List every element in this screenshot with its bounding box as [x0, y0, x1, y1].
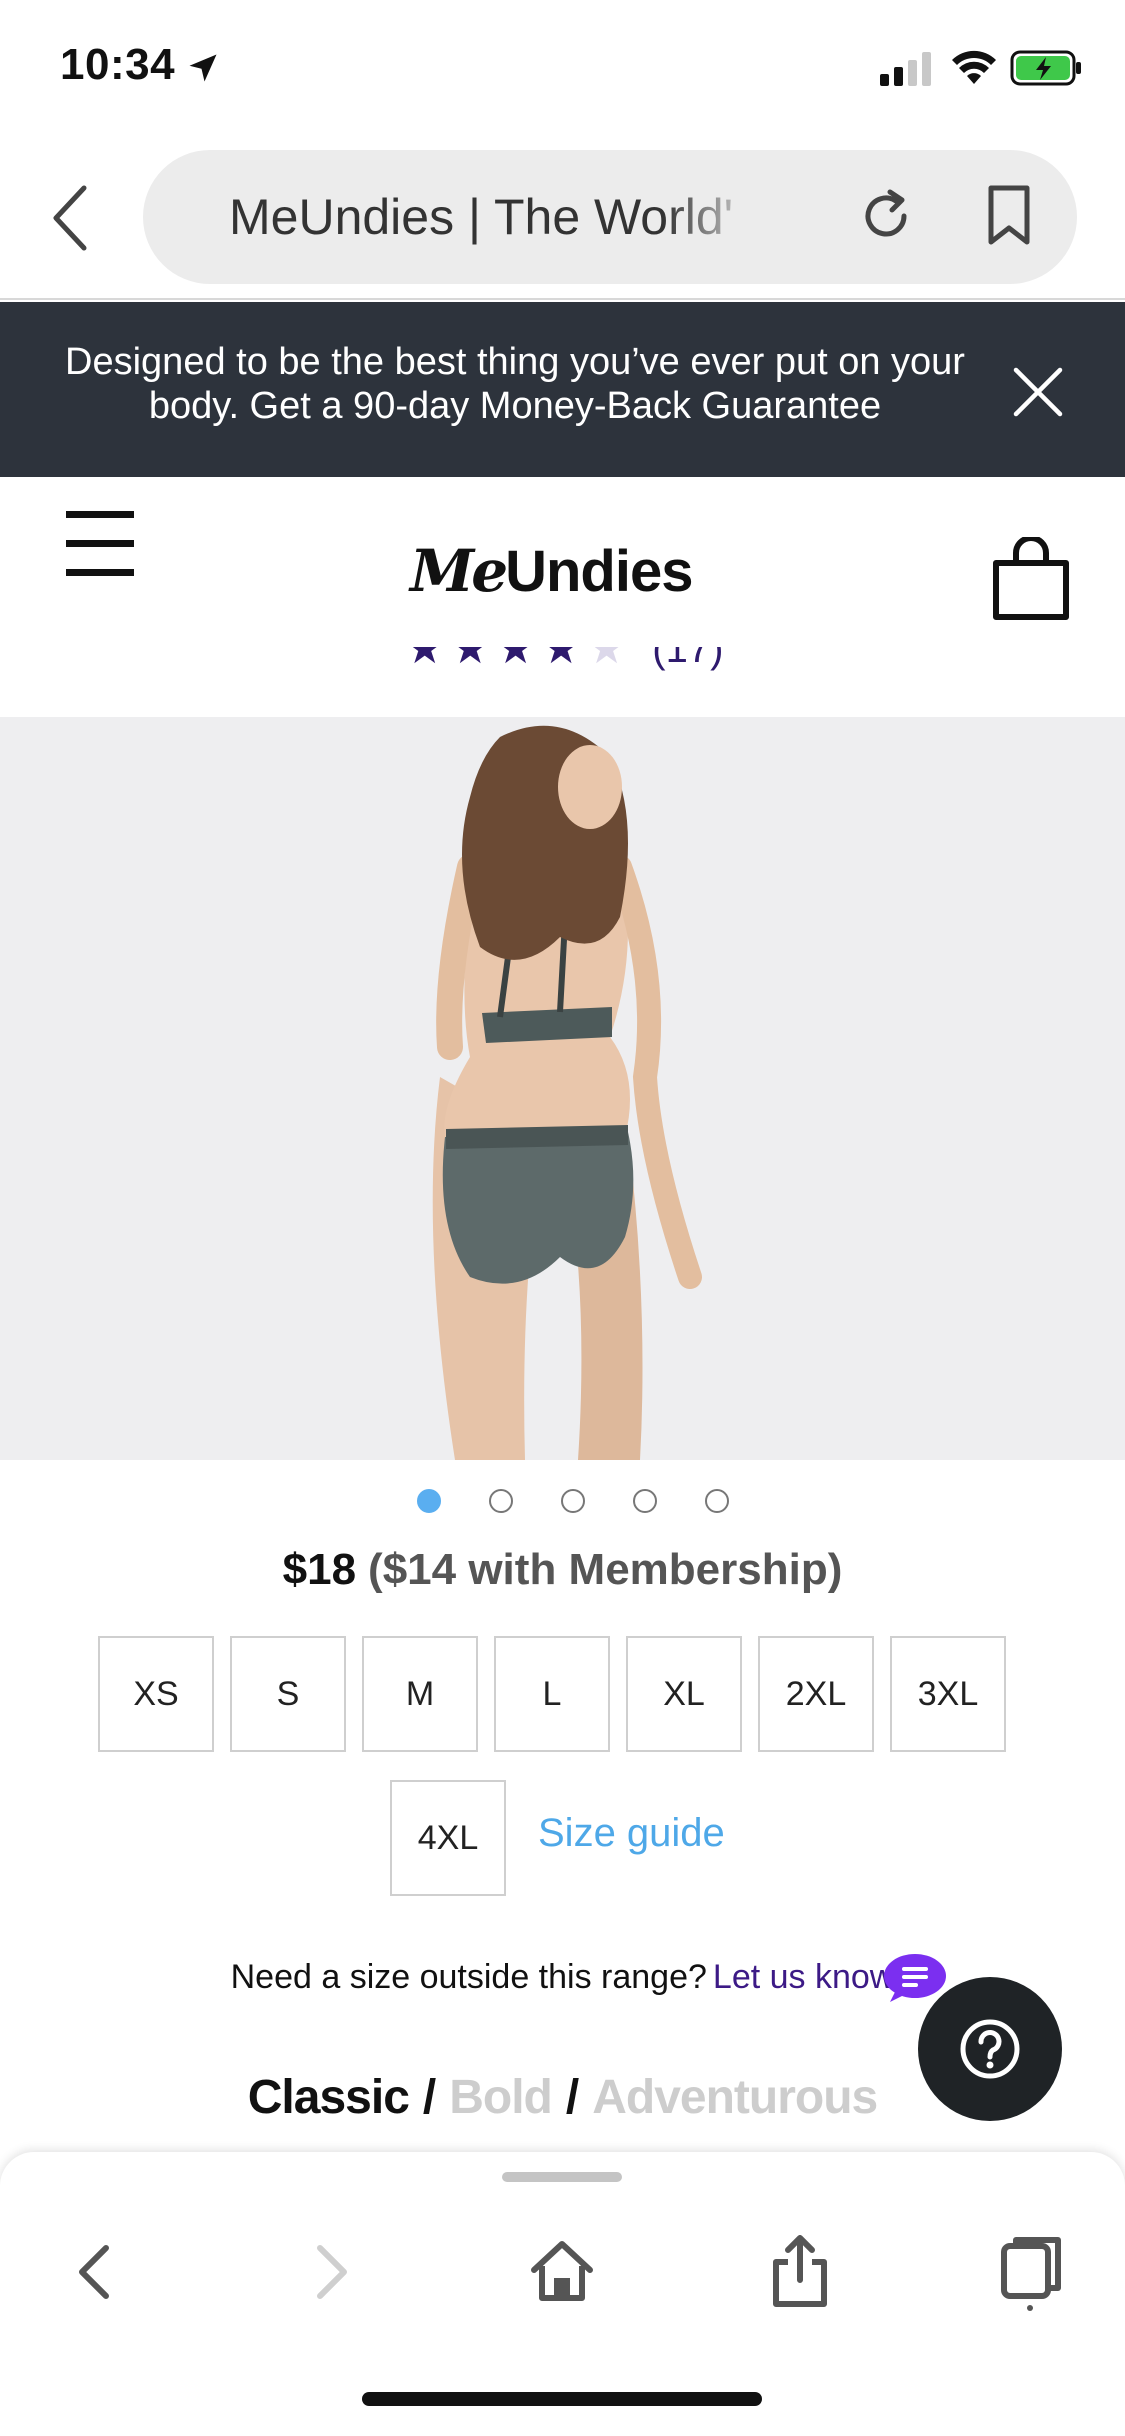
size-option-xl[interactable]: XL [626, 1636, 742, 1752]
rating-strip: ★ ★ ★ ★ ★ (17) [0, 647, 1125, 717]
carousel-dot[interactable] [416, 1489, 441, 1513]
size-option-3xl[interactable]: 3XL [890, 1636, 1006, 1752]
reload-icon[interactable] [856, 186, 916, 246]
url-fade [663, 180, 763, 254]
star-icon: ★ [541, 647, 581, 673]
size-guide-link[interactable]: Size guide [538, 1811, 725, 1856]
product-image[interactable] [0, 717, 1125, 1460]
carousel-dot[interactable] [488, 1489, 513, 1513]
tab-separator: / [422, 2071, 436, 2124]
size-option-l[interactable]: L [494, 1636, 610, 1752]
member-price: ($14 with Membership) [368, 1545, 843, 1594]
carousel-dot[interactable] [560, 1489, 585, 1513]
promo-banner: Designed to be the best thing you’ve eve… [0, 302, 1125, 477]
home-icon[interactable] [522, 2232, 602, 2312]
help-button[interactable] [918, 1977, 1062, 2121]
half-star-icon: ★ [586, 647, 627, 673]
close-icon[interactable] [1010, 364, 1066, 420]
size-option-s[interactable]: S [230, 1636, 346, 1752]
price: $18 [282, 1545, 357, 1594]
meundies-logo[interactable]: MeUndies [410, 537, 720, 617]
battery-charging-icon [1010, 50, 1081, 86]
logo-me: Me [410, 537, 508, 605]
status-bar: 10:34 [0, 0, 1125, 140]
cellular-signal-icon [880, 52, 931, 86]
carousel-dot[interactable] [704, 1489, 729, 1513]
model-photo [0, 717, 1125, 1460]
size-option-xs[interactable]: XS [98, 1636, 214, 1752]
address-field[interactable]: MeUndies | The World' [143, 150, 1077, 284]
tabs-icon[interactable] [990, 2232, 1070, 2312]
chat-bubble-icon[interactable] [882, 1952, 948, 2004]
hamburger-menu-icon[interactable] [66, 511, 134, 577]
size-option-4xl[interactable]: 4XL [390, 1780, 506, 1896]
price-line: $18 ($14 with Membership) [0, 1545, 1125, 1595]
tab-separator: / [565, 2071, 579, 2124]
logo-undies: Undies [505, 539, 693, 604]
sheet-grabber[interactable] [502, 2172, 622, 2182]
size-option-2xl[interactable]: 2XL [758, 1636, 874, 1752]
carousel-dot[interactable] [632, 1489, 657, 1513]
tab-classic[interactable]: Classic [248, 2071, 410, 2124]
site-header: MeUndies [0, 477, 1125, 647]
back-chevron-icon[interactable] [48, 182, 92, 254]
size-request-text: Need a size outside this range? [230, 1958, 707, 1996]
question-icon [960, 2019, 1020, 2079]
forward-icon[interactable] [290, 2232, 370, 2312]
let-us-know-link[interactable]: Let us know [713, 1958, 894, 1996]
bookmark-icon[interactable] [981, 184, 1037, 248]
carousel-dots [0, 1489, 1125, 1519]
browser-toolbar [0, 2152, 1125, 2436]
size-option-m[interactable]: M [362, 1636, 478, 1752]
star-icon: ★ [495, 647, 536, 673]
wifi-icon [952, 50, 996, 84]
home-indicator [362, 2392, 762, 2406]
star-icon: ★ [450, 647, 490, 673]
location-arrow-icon [189, 54, 217, 82]
review-count[interactable]: (17) [652, 647, 723, 672]
shopping-bag-icon[interactable] [990, 537, 1072, 623]
product-rating[interactable]: ★ ★ ★ ★ ★ (17) [405, 647, 723, 679]
star-icon: ★ [405, 647, 445, 673]
share-icon[interactable] [760, 2232, 840, 2312]
back-icon[interactable] [56, 2232, 136, 2312]
tab-bold[interactable]: Bold [449, 2071, 553, 2124]
status-time: 10:34 [60, 40, 176, 89]
promo-text: Designed to be the best thing you’ve eve… [65, 341, 965, 427]
tab-adventurous[interactable]: Adventurous [592, 2071, 878, 2124]
browser-url-bar: MeUndies | The World' [0, 140, 1125, 300]
